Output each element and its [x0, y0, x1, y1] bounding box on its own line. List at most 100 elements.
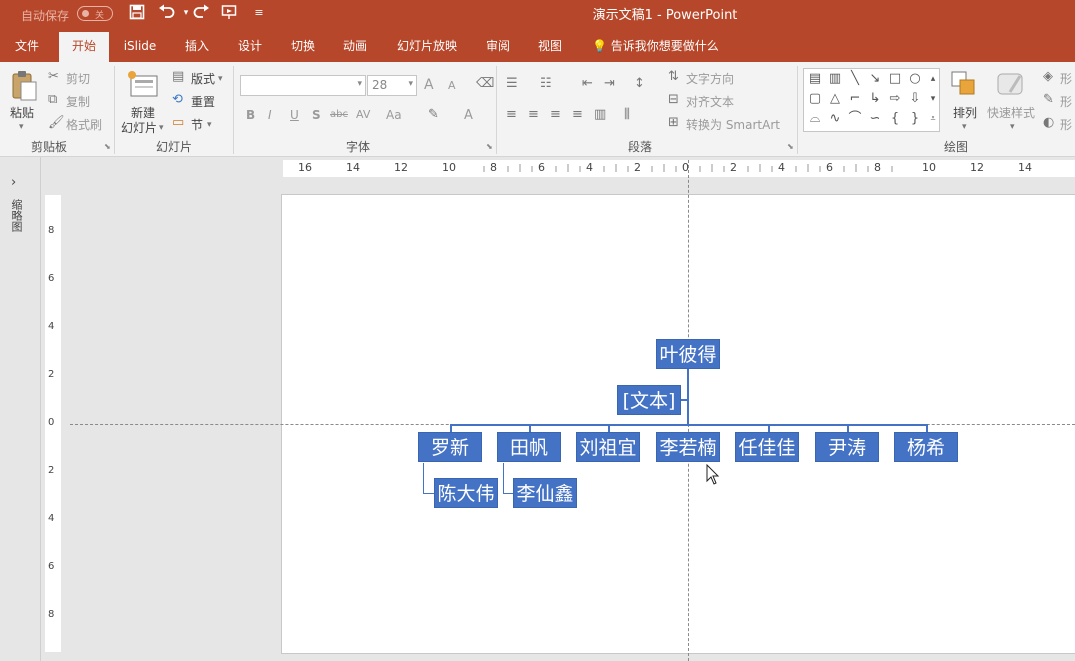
clear-format-icon[interactable]: ⌫: [476, 77, 494, 91]
org-node-sub[interactable]: 李仙鑫: [513, 478, 577, 508]
tab-islide[interactable]: iSlide: [118, 32, 162, 62]
left-brace-shape-icon[interactable]: {: [886, 110, 904, 128]
textbox-shape-icon[interactable]: ▤: [806, 70, 824, 88]
highlight-icon[interactable]: ✎: [428, 108, 439, 122]
new-slide-label-2[interactable]: 幻灯片: [121, 119, 157, 136]
horizontal-ruler[interactable]: 16 14 12 10 8 6 4 2 0 2 4 6 8 10 12 14: [283, 160, 1075, 177]
org-node-child[interactable]: 田帆: [497, 432, 561, 462]
copy-icon[interactable]: ⧉: [48, 93, 57, 107]
triangle-shape-icon[interactable]: △: [826, 90, 844, 108]
arrow-line-shape-icon[interactable]: ↘: [866, 70, 884, 88]
align-text-icon[interactable]: ⊟: [668, 93, 679, 107]
format-painter-button[interactable]: 格式刷: [66, 116, 102, 133]
save-icon[interactable]: [127, 4, 147, 22]
redo-icon[interactable]: [191, 4, 211, 22]
oval-shape-icon[interactable]: ○: [906, 70, 924, 88]
quick-styles-dropdown-icon[interactable]: ▾: [1010, 120, 1015, 134]
font-name-combo[interactable]: ▾: [240, 75, 366, 96]
autosave-toggle[interactable]: 关: [77, 6, 113, 21]
scribble-shape-icon[interactable]: ∿: [826, 110, 844, 128]
gallery-more-icon[interactable]: ⩡: [926, 110, 940, 128]
shape-fill-icon[interactable]: ◈: [1043, 70, 1053, 84]
cut-button[interactable]: 剪切: [66, 70, 90, 87]
customize-icon[interactable]: ≡: [249, 4, 269, 22]
rectangle-shape-icon[interactable]: □: [886, 70, 904, 88]
tab-transitions[interactable]: 切换: [282, 32, 324, 62]
line-shape-icon[interactable]: ╲: [846, 70, 864, 88]
org-node-child[interactable]: 杨希: [894, 432, 958, 462]
section-button[interactable]: 节: [191, 116, 203, 133]
clipboard-launcher-icon[interactable]: ⬊: [104, 142, 111, 151]
increase-indent-icon[interactable]: ⇥: [604, 77, 615, 91]
paragraph-launcher-icon[interactable]: ⬊: [787, 142, 794, 151]
section-icon[interactable]: ▭: [172, 116, 184, 130]
gallery-down-icon[interactable]: ▾: [926, 90, 940, 108]
char-spacing-button[interactable]: AV: [356, 108, 370, 121]
elbow-arrow-shape-icon[interactable]: ↳: [866, 90, 884, 108]
italic-button[interactable]: I: [268, 108, 272, 122]
tab-review[interactable]: 审阅: [477, 32, 519, 62]
new-slide-icon[interactable]: [127, 70, 159, 102]
rounded-rect-shape-icon[interactable]: ▢: [806, 90, 824, 108]
tab-file[interactable]: 文件: [6, 32, 48, 62]
shape-fill-button[interactable]: 形: [1060, 70, 1072, 87]
down-arrow-shape-icon[interactable]: ⇩: [906, 90, 924, 108]
shape-outline-button[interactable]: 形: [1060, 93, 1072, 110]
paste-label[interactable]: 粘贴: [10, 104, 34, 121]
tell-me-box[interactable]: 💡 告诉我你想要做什么: [592, 32, 719, 62]
cut-icon[interactable]: ✂: [48, 70, 59, 84]
expand-panel-icon[interactable]: ›: [11, 175, 16, 190]
paste-dropdown-icon[interactable]: ▾: [19, 120, 24, 134]
tab-slideshow[interactable]: 幻灯片放映: [392, 32, 462, 62]
arc-shape-icon[interactable]: ⌒: [846, 110, 864, 128]
tab-view[interactable]: 视图: [529, 32, 571, 62]
org-node-child[interactable]: 李若楠: [656, 432, 720, 462]
undo-icon[interactable]: [157, 4, 177, 22]
reset-icon[interactable]: ⟲: [172, 93, 183, 107]
reset-button[interactable]: 重置: [191, 93, 215, 110]
arrange-icon[interactable]: [950, 70, 978, 102]
tab-insert[interactable]: 插入: [176, 32, 218, 62]
tab-animations[interactable]: 动画: [334, 32, 376, 62]
tab-home[interactable]: 开始: [59, 32, 109, 62]
present-icon[interactable]: [220, 4, 240, 22]
org-node-child[interactable]: 刘祖宜: [576, 432, 640, 462]
grow-font-button[interactable]: A: [424, 77, 434, 93]
right-brace-shape-icon[interactable]: }: [906, 110, 924, 128]
justify-icon[interactable]: ≡: [572, 108, 583, 122]
copy-button[interactable]: 复制: [66, 93, 90, 110]
layout-icon[interactable]: ▤: [172, 70, 184, 84]
freeform-shape-icon[interactable]: ⌓: [806, 110, 824, 128]
org-node-sub[interactable]: 陈大伟: [434, 478, 498, 508]
shape-effects-icon[interactable]: ◐: [1043, 116, 1054, 130]
shrink-font-button[interactable]: A: [448, 79, 456, 92]
font-color-button[interactable]: A: [464, 108, 473, 123]
org-node-child[interactable]: 尹涛: [815, 432, 879, 462]
quick-styles-icon[interactable]: [996, 70, 1024, 102]
bold-button[interactable]: B: [246, 108, 255, 122]
shapes-gallery[interactable]: ▤ ▥ ╲ ↘ □ ○ ▢ △ ⌐ ↳ ⇨ ⇩ ⌓ ∿ ⌒ ∽ { } ▴ ▾ …: [803, 68, 940, 132]
paste-icon[interactable]: [10, 70, 38, 106]
arrange-dropdown-icon[interactable]: ▾: [962, 120, 967, 134]
elbow-connector-shape-icon[interactable]: ⌐: [846, 90, 864, 108]
new-slide-dropdown-icon[interactable]: ▾: [159, 121, 164, 135]
convert-smartart-button[interactable]: 转换为 SmartArt: [686, 116, 780, 133]
vertical-ruler[interactable]: 8 6 4 2 0 2 4 6 8: [45, 195, 61, 652]
smartart-icon[interactable]: ⊞: [668, 116, 679, 130]
bullets-icon[interactable]: ☰: [506, 77, 518, 91]
format-painter-icon[interactable]: 🖌: [48, 116, 65, 130]
right-arrow-shape-icon[interactable]: ⇨: [886, 90, 904, 108]
shape-outline-icon[interactable]: ✎: [1043, 93, 1054, 107]
org-node-child[interactable]: 罗新: [418, 432, 482, 462]
line-spacing-icon[interactable]: ↕: [634, 77, 645, 91]
decrease-indent-icon[interactable]: ⇤: [582, 77, 593, 91]
org-node-root[interactable]: 叶彼得: [656, 339, 720, 369]
tab-design[interactable]: 设计: [229, 32, 271, 62]
vertical-textbox-shape-icon[interactable]: ▥: [826, 70, 844, 88]
section-dropdown-icon[interactable]: ▾: [207, 118, 212, 132]
org-node-child[interactable]: 任佳佳: [735, 432, 799, 462]
gallery-up-icon[interactable]: ▴: [926, 70, 940, 88]
quick-styles-button[interactable]: 快速样式: [987, 104, 1035, 121]
layout-dropdown-icon[interactable]: ▾: [218, 72, 223, 86]
align-text-button[interactable]: 对齐文本: [686, 93, 734, 110]
